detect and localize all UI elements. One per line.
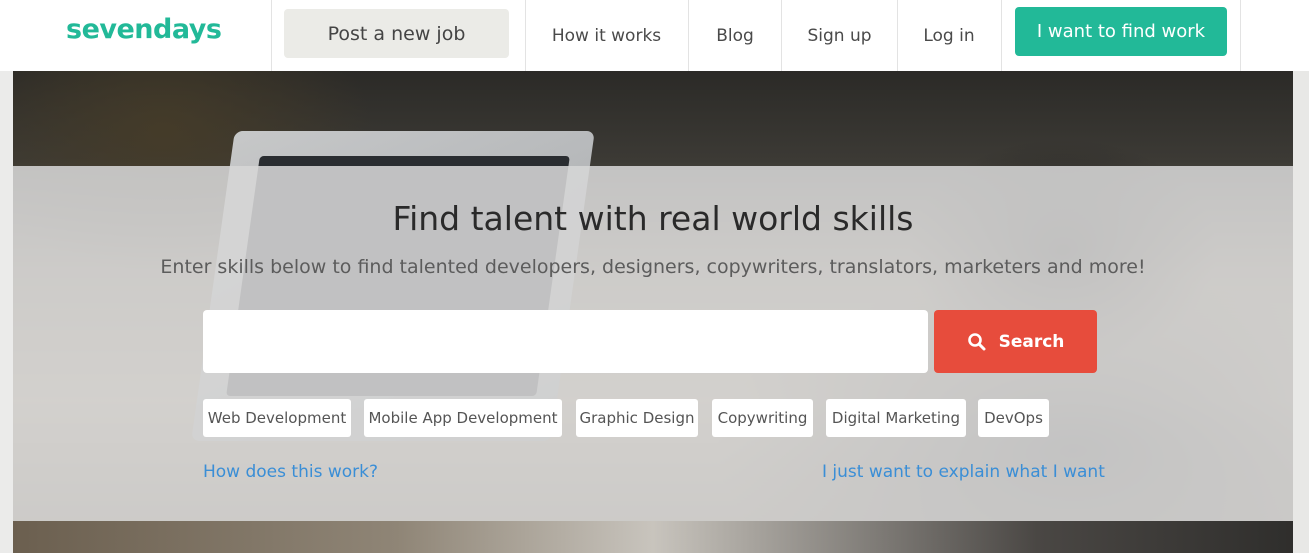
- nav-how-it-works[interactable]: How it works: [526, 0, 687, 71]
- tag-mobile-app-development[interactable]: Mobile App Development: [364, 399, 562, 437]
- post-new-job-button[interactable]: Post a new job: [284, 9, 509, 58]
- top-navigation-bar: sevendays Post a new job How it works Bl…: [0, 0, 1309, 71]
- tag-web-development[interactable]: Web Development: [203, 399, 351, 437]
- find-work-button[interactable]: I want to find work: [1015, 7, 1227, 56]
- search-button[interactable]: Search: [934, 310, 1097, 373]
- page-right-margin: [1293, 71, 1309, 553]
- nav-divider: [1001, 0, 1002, 71]
- nav-sign-up[interactable]: Sign up: [782, 0, 897, 71]
- tag-digital-marketing[interactable]: Digital Marketing: [826, 399, 966, 437]
- nav-log-in[interactable]: Log in: [898, 0, 1000, 71]
- nav-divider: [1240, 0, 1241, 71]
- hero-title: Find talent with real world skills: [392, 199, 914, 238]
- search-icon: [967, 332, 986, 350]
- skills-search-input[interactable]: [203, 310, 928, 373]
- hero-subtitle: Enter skills below to find talented deve…: [160, 256, 1146, 278]
- sevendays-logo[interactable]: sevendays: [66, 14, 222, 45]
- desk-photo-shape: [13, 521, 1293, 553]
- how-does-this-work-link[interactable]: How does this work?: [203, 462, 378, 482]
- nav-blog[interactable]: Blog: [689, 0, 781, 71]
- tag-copywriting[interactable]: Copywriting: [712, 399, 813, 437]
- nav-divider: [271, 0, 272, 71]
- search-button-label: Search: [998, 331, 1065, 352]
- tag-devops[interactable]: DevOps: [978, 399, 1049, 437]
- explain-what-i-want-link[interactable]: I just want to explain what I want: [822, 462, 1105, 482]
- tag-graphic-design[interactable]: Graphic Design: [576, 399, 698, 437]
